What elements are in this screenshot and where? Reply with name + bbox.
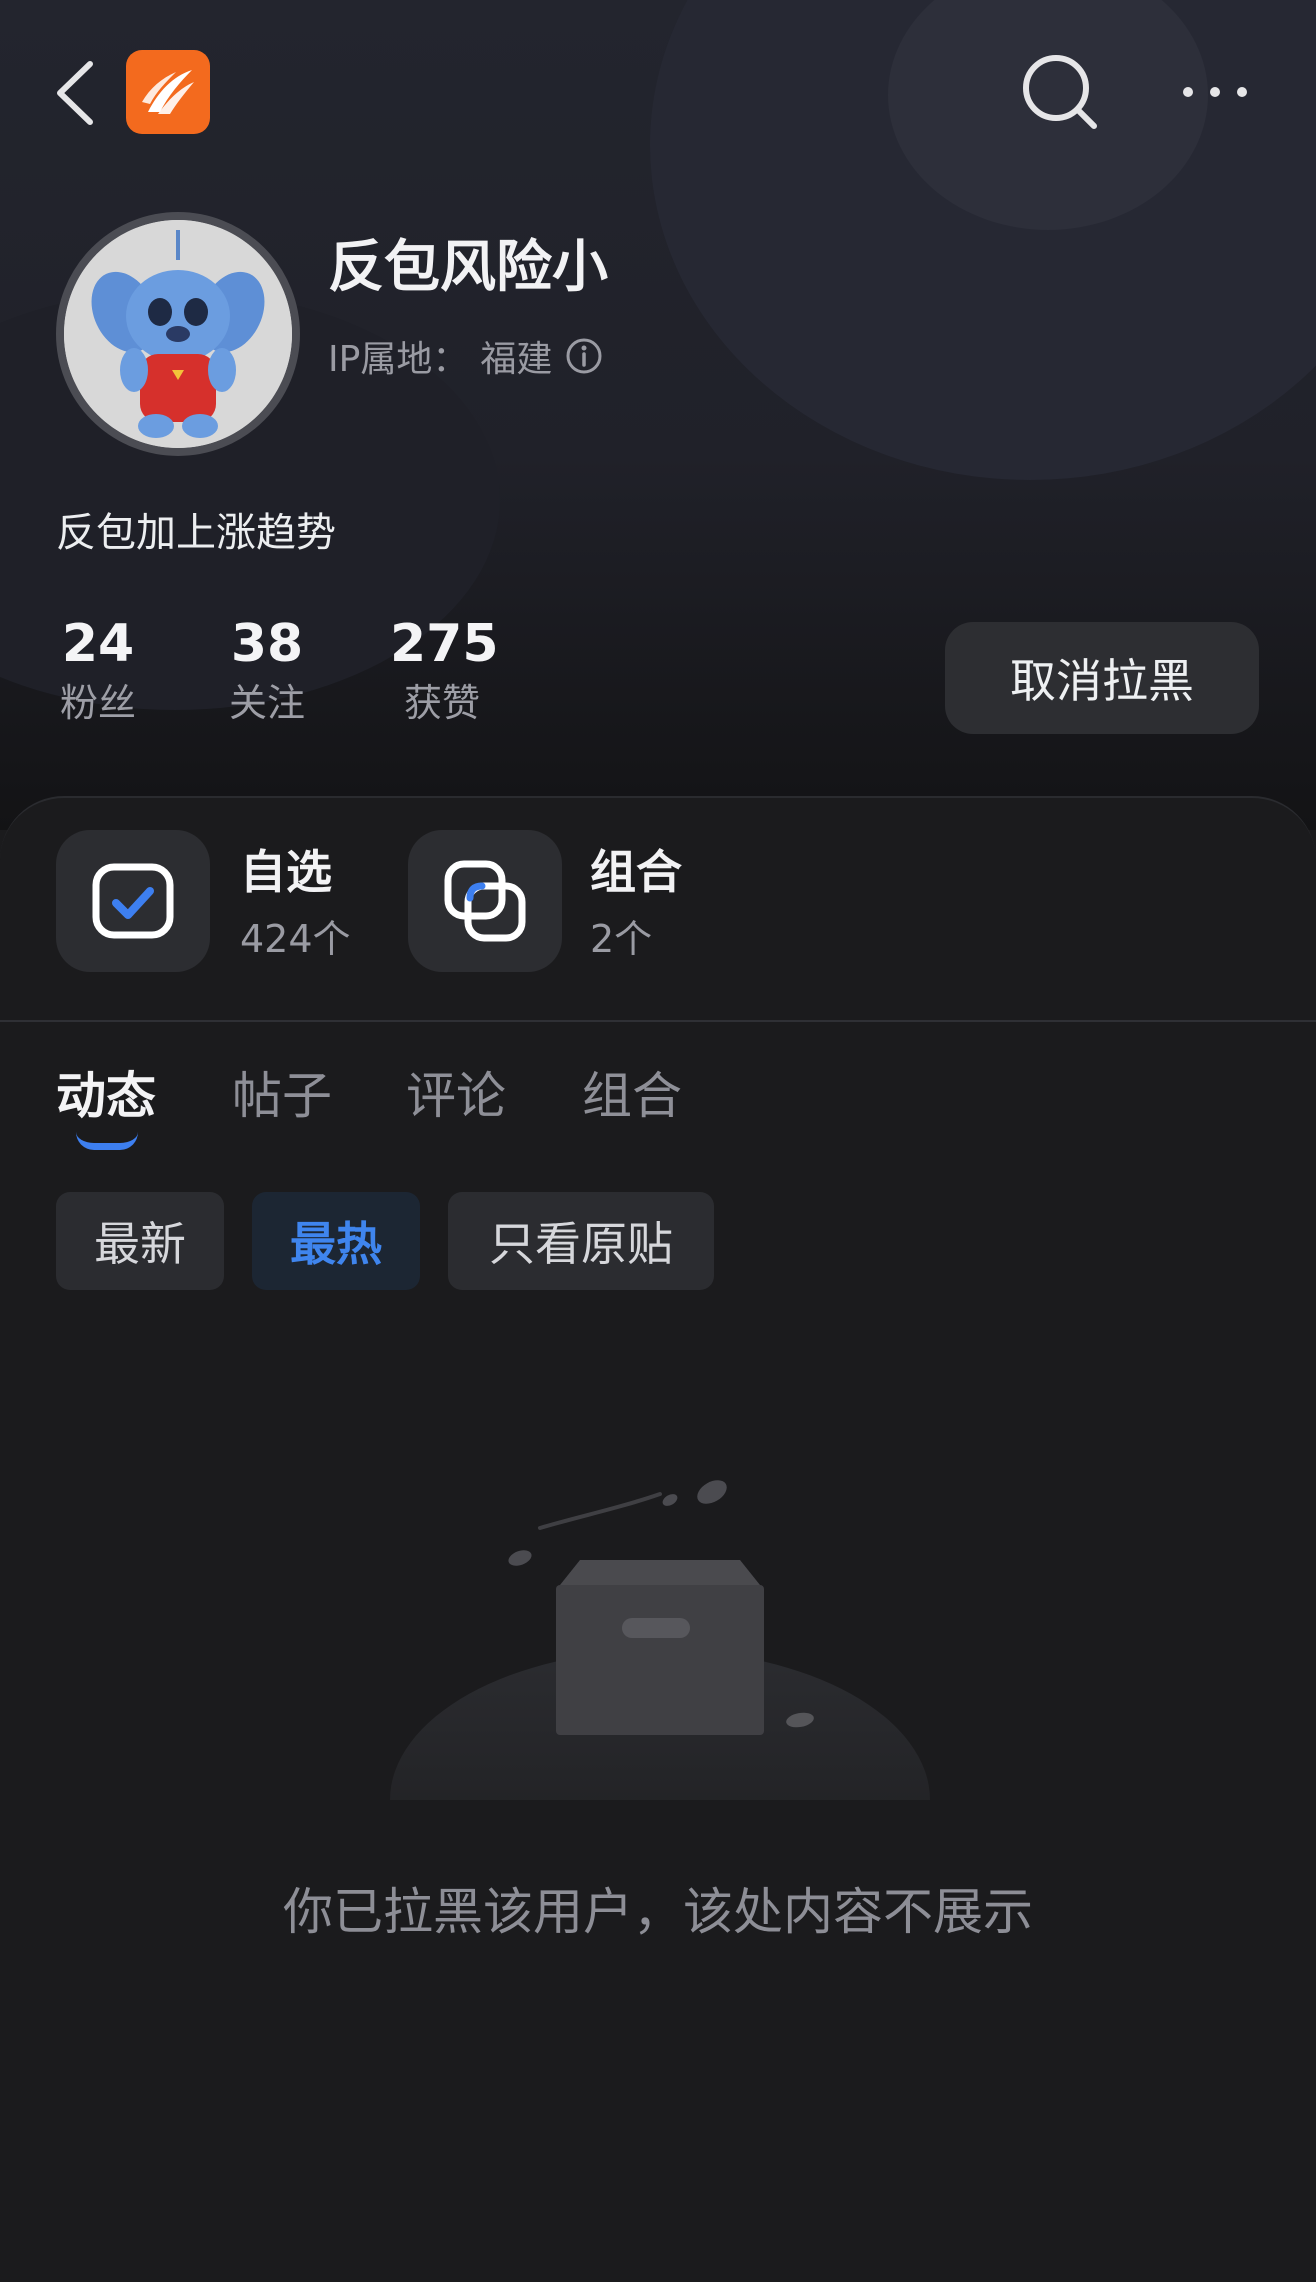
more-horizontal-icon <box>1183 87 1247 97</box>
portfolio-tile[interactable] <box>408 830 562 972</box>
filter-latest[interactable]: 最新 <box>56 1192 224 1290</box>
back-button[interactable] <box>50 58 100 128</box>
ip-location-value: 福建 <box>480 339 553 380</box>
active-tab-indicator <box>76 1132 138 1150</box>
stat-likes-label: 获赞 <box>403 681 480 725</box>
search-button[interactable] <box>1020 52 1100 132</box>
stat-likes[interactable]: 275 获赞 <box>390 612 499 730</box>
stat-likes-value: 275 <box>390 614 499 674</box>
filter-hottest[interactable]: 最热 <box>252 1192 420 1290</box>
ip-location: IP属地： 福建 <box>328 330 604 382</box>
overlapping-squares-icon <box>444 860 526 942</box>
profile-page: 反包风险小 IP属地： 福建 反包加上涨趋势 24 粉丝 38 关注 275 获… <box>0 0 1316 2282</box>
search-icon <box>1023 55 1097 129</box>
watchlist-tile[interactable] <box>56 830 210 972</box>
checkbox-check-icon <box>92 863 174 939</box>
watchlist-title[interactable]: 自选 <box>240 836 332 902</box>
more-button[interactable] <box>1180 70 1250 114</box>
stat-fans-label: 粉丝 <box>59 681 136 725</box>
empty-state-message: 你已拉黑该用户，该处内容不展示 <box>283 1883 1033 1941</box>
stat-following-label: 关注 <box>228 681 305 725</box>
portfolio-count: 2个 <box>590 917 653 961</box>
unblock-button[interactable]: 取消拉黑 <box>945 622 1259 734</box>
stat-following-value: 38 <box>230 614 304 674</box>
filter-original-only[interactable]: 只看原贴 <box>448 1192 714 1290</box>
watchlist-count: 424个 <box>240 917 351 961</box>
top-bar <box>0 0 1316 190</box>
app-logo-icon[interactable] <box>126 50 210 134</box>
empty-box-illustration <box>390 1480 930 1800</box>
stat-following[interactable]: 38 关注 <box>222 612 312 730</box>
username: 反包风险小 <box>328 235 608 300</box>
tab-activity[interactable]: 动态 <box>56 1056 156 1128</box>
stat-fans-value: 24 <box>61 614 135 674</box>
tab-comments[interactable]: 评论 <box>406 1056 506 1128</box>
chevron-left-icon <box>57 61 93 125</box>
user-bio: 反包加上涨趋势 <box>56 510 336 556</box>
section-divider <box>0 1020 1316 1022</box>
tab-portfolio[interactable]: 组合 <box>582 1056 682 1128</box>
ip-location-label: IP属地： <box>328 339 469 380</box>
portfolio-title[interactable]: 组合 <box>590 836 682 902</box>
content-tabs: 动态 帖子 评论 组合 <box>0 1056 1316 1166</box>
tab-posts[interactable]: 帖子 <box>232 1056 332 1128</box>
avatar-plush-toy-image <box>64 220 292 448</box>
stat-fans[interactable]: 24 粉丝 <box>56 612 140 730</box>
info-icon[interactable] <box>564 336 604 376</box>
avatar[interactable] <box>56 212 300 456</box>
